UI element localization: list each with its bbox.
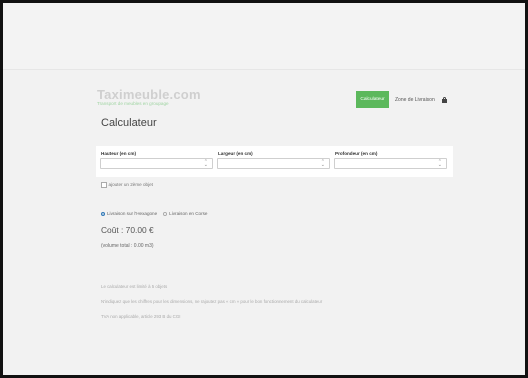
note-tva: TVA non applicable, article 293 B du CGI [101,314,181,319]
site-logo-title[interactable]: Taximeuble.com [97,87,201,102]
height-spinner-icon[interactable]: ⌃ ⌄ [204,160,208,168]
depth-spinner-icon[interactable]: ⌃ ⌄ [438,160,442,168]
note-limit: Le calculateur est limité à 5 objets [101,284,168,289]
radio-hexagone-label[interactable]: Livraison sur l'Hexagone [107,211,157,216]
width-label: Largeur (en cm) [218,151,253,156]
add-object-checkbox[interactable] [101,182,107,188]
main-nav: Calculateur Zone de Livraison [356,91,447,108]
height-input[interactable]: ⌃ ⌄ [100,158,213,169]
radio-corse-label[interactable]: Livraison en Corse [169,211,207,216]
depth-input[interactable]: ⌃ ⌄ [334,158,447,169]
add-object-row: ajouter un 2ème objet [101,182,153,188]
height-label: Hauteur (en cm) [101,151,136,156]
volume-result: (volume total : 0.00 m3) [101,243,154,249]
note-numbers-only: N'indiquez que les chiffres pour les dim… [101,299,323,304]
depth-label: Profondeur (en cm) [335,151,378,156]
delivery-options: Livraison sur l'Hexagone Livraison en Co… [101,211,213,216]
add-object-label[interactable]: ajouter un 2ème objet [109,182,153,187]
lock-icon[interactable] [441,96,447,103]
width-spinner-icon[interactable]: ⌃ ⌄ [321,160,325,168]
radio-hexagone[interactable] [101,211,105,216]
nav-zone-livraison[interactable]: Zone de Livraison [395,97,435,103]
page-title: Calculateur [101,117,157,129]
dimensions-form: Hauteur (en cm) ⌃ ⌄ Largeur (en cm) ⌃ ⌄ Pr… [96,146,453,177]
width-input[interactable]: ⌃ ⌄ [217,158,330,169]
cost-result: Coût : 70.00 € [101,225,154,235]
radio-corse[interactable] [163,211,168,216]
browser-window: Taximeuble.com Transport de meubles en g… [0,0,528,378]
top-banner [3,3,525,70]
site-logo-subtitle: Transport de meubles en groupage [97,101,169,106]
nav-calculateur[interactable]: Calculateur [356,91,389,108]
